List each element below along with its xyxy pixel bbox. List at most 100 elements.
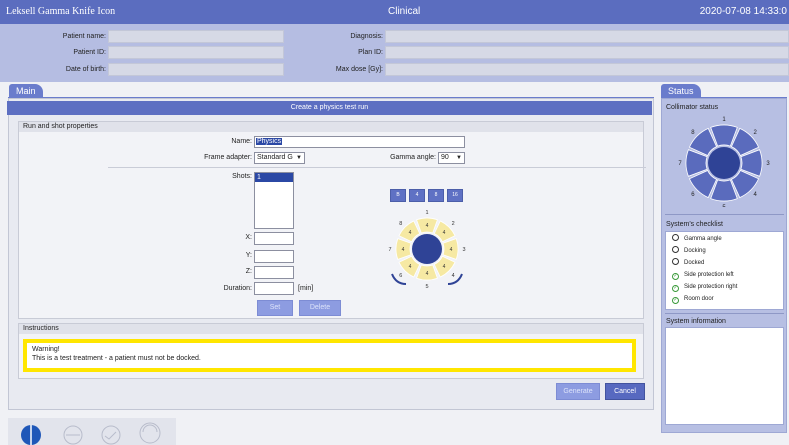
sector-value: 4: [450, 247, 453, 253]
checklist-label: Room door: [684, 296, 714, 302]
dial-mode-icon[interactable]: [60, 423, 86, 445]
system-information-box: [665, 327, 784, 425]
y-label: Y:: [245, 252, 252, 259]
sector-value: 4: [409, 264, 412, 270]
patient-name-label: Patient name:: [62, 33, 106, 40]
treatment-mode-icon[interactable]: [18, 422, 44, 445]
sector-number: 6: [399, 273, 402, 279]
collimator-sector-number: 6: [691, 192, 695, 198]
mode-bar: [8, 418, 176, 445]
generate-button[interactable]: Generate: [556, 383, 600, 400]
sector-number: 4: [452, 273, 455, 279]
size-button-8[interactable]: 8: [428, 189, 444, 202]
checklist-label: Side protection left: [684, 272, 734, 278]
sector-number: 8: [399, 221, 402, 227]
size-button-16[interactable]: 16: [447, 189, 463, 202]
x-label: X:: [245, 234, 252, 241]
checklist-item: Docking: [672, 246, 706, 256]
dialog-title: Create a physics test run: [7, 101, 652, 115]
divider: [108, 167, 646, 168]
sector-value: 4: [426, 271, 429, 277]
sector-value: 4: [443, 230, 446, 236]
sector-number: 5: [425, 284, 428, 290]
system-checklist: Gamma angle Docking Docked ✓ Side protect…: [665, 231, 784, 310]
gauge-mode-icon[interactable]: [136, 420, 164, 444]
patient-info: Patient name: Patient ID: Date of birth:…: [0, 24, 789, 82]
checklist-item: Gamma angle: [672, 234, 722, 244]
collimator-status-diagram: 1 2 3 4 5 6 7 8: [678, 117, 770, 207]
checklist-item: ✓ Side protection left: [672, 270, 734, 280]
warning-heading: Warning!: [32, 346, 60, 353]
name-value: Physics: [256, 138, 283, 145]
frame-adapter-label: Frame adapter:: [204, 154, 252, 161]
center-circle: [412, 234, 442, 264]
collimator-sector-number: 3: [766, 161, 770, 167]
collimator-status-title: Collimator status: [666, 104, 719, 111]
dob-label: Date of birth:: [65, 66, 106, 73]
divider: [665, 214, 784, 215]
sector-value: 4: [443, 264, 446, 270]
divider: [665, 313, 784, 314]
collimator-sector-number: 4: [753, 192, 757, 198]
x-input[interactable]: [254, 232, 294, 245]
system-information-title: System information: [666, 318, 726, 325]
sector-number: 7: [388, 247, 391, 253]
z-input[interactable]: [254, 266, 294, 279]
frame-adapter-select[interactable]: Standard G ▼: [254, 152, 305, 164]
plan-id-field: [385, 46, 789, 59]
shots-list[interactable]: 1: [254, 172, 294, 229]
rotate-right-icon[interactable]: [447, 273, 463, 285]
collimator-center: [708, 147, 740, 179]
diagnosis-label: Diagnosis:: [350, 33, 383, 40]
patient-id-label: Patient ID:: [73, 49, 106, 56]
sector-number: 1: [425, 210, 428, 216]
checklist-item: Docked: [672, 258, 704, 268]
check-icon: ✓: [672, 297, 679, 304]
warning-text: This is a test treatment - a patient mus…: [32, 355, 201, 362]
size-button-4[interactable]: 4: [409, 189, 425, 202]
name-label: Name:: [231, 138, 252, 145]
checklist-item: ✓ Side protection right: [672, 282, 737, 292]
pending-icon: [672, 246, 679, 253]
checklist-label: Docking: [684, 248, 706, 254]
dob-field: [108, 63, 284, 76]
collimator-sector-number: 5: [722, 205, 726, 207]
checklist-title: System's checklist: [666, 221, 723, 228]
max-dose-label: Max dose [Gy]:: [335, 66, 383, 73]
chart-mode-icon[interactable]: [98, 423, 124, 445]
set-button[interactable]: Set: [257, 300, 293, 316]
checklist-label: Docked: [684, 260, 705, 266]
warning-box: Warning! This is a test treatment - a pa…: [23, 339, 636, 372]
y-input[interactable]: [254, 250, 294, 263]
app-title: Leksell Gamma Knife Icon: [6, 6, 116, 17]
diagnosis-field: [385, 30, 789, 43]
chevron-down-icon: ▼: [296, 155, 302, 161]
tab-main[interactable]: Main: [9, 84, 43, 98]
collimator-sector-number: 2: [753, 130, 757, 136]
patient-name-field: [108, 30, 284, 43]
cancel-button[interactable]: Cancel: [605, 383, 645, 400]
size-button-b[interactable]: B: [390, 189, 406, 202]
duration-unit: [min]: [298, 285, 314, 292]
run-properties-group: [18, 121, 644, 319]
mode-label: Clinical: [388, 6, 421, 17]
instructions-title: Instructions: [19, 324, 643, 334]
shot-item[interactable]: 1: [255, 173, 293, 182]
run-properties-title: Run and shot properties: [19, 122, 643, 132]
duration-label: Duration:: [223, 285, 252, 292]
checklist-item: ✓ Room door: [672, 294, 714, 304]
duration-input[interactable]: [254, 282, 294, 295]
collimator-sector-number: 1: [722, 117, 726, 123]
chevron-down-icon: ▼: [456, 155, 462, 161]
sector-value: 4: [409, 230, 412, 236]
delete-button[interactable]: Delete: [299, 300, 341, 316]
name-input[interactable]: Physics: [254, 136, 465, 148]
gamma-angle-value: 90: [441, 154, 449, 161]
tab-status[interactable]: Status: [661, 84, 701, 98]
z-label: Z:: [245, 268, 252, 275]
collimator-sector-number: 7: [678, 161, 682, 167]
gamma-angle-select[interactable]: 90 ▼: [438, 152, 465, 164]
pending-icon: [672, 234, 679, 241]
sector-value: 4: [402, 247, 405, 253]
shot-sector-diagram[interactable]: 41424 34445464748: [380, 206, 474, 294]
